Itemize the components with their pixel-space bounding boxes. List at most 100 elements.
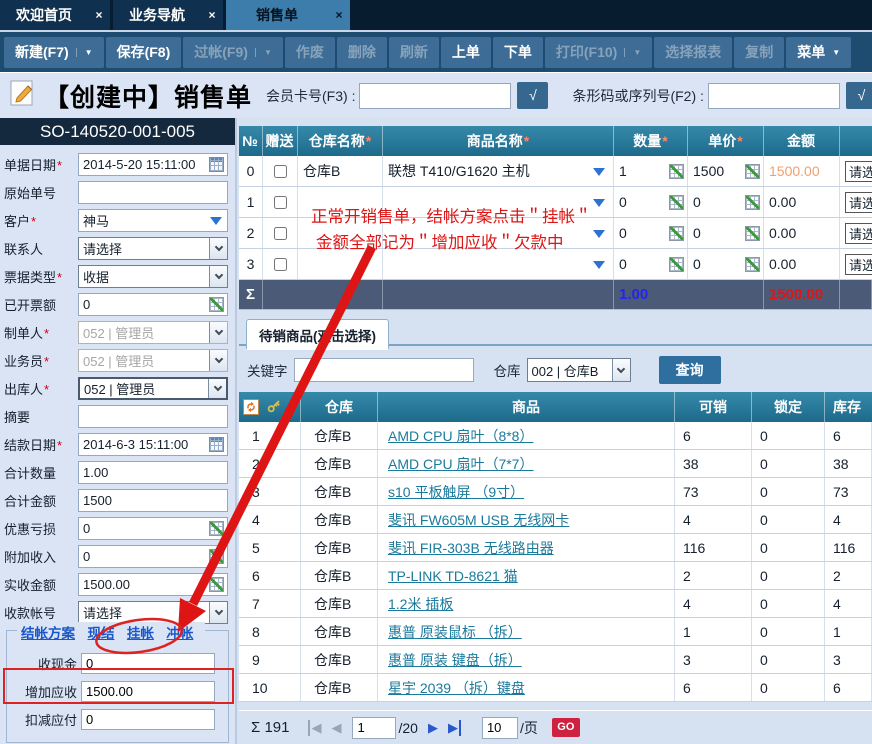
product-link[interactable]: 惠普 原装 键盘（拆） — [388, 650, 522, 670]
qty-cell[interactable]: 0 — [614, 218, 688, 248]
toolbar-button[interactable]: 保存(F8) — [106, 37, 182, 68]
product-link[interactable]: 1.2米 插板 — [388, 594, 453, 614]
last-page-icon[interactable]: ▶ — [448, 720, 461, 736]
field-control[interactable] — [78, 181, 228, 204]
calculator-icon[interactable] — [669, 257, 684, 272]
warehouse-select[interactable]: 002 | 仓库B — [527, 358, 631, 382]
toolbar-button[interactable]: 上单 — [441, 37, 491, 68]
table-row[interactable]: 2 仓库B AMD CPU 扇叶（7*7） 38 0 38 — [239, 450, 872, 478]
dropdown-arrow-icon[interactable]: ▼ — [76, 48, 93, 57]
field-input[interactable] — [79, 493, 227, 508]
field-picker-icon[interactable] — [209, 297, 224, 312]
toolbar-button[interactable]: 下单 — [493, 37, 543, 68]
toolbar-button[interactable]: 选择报表 — [654, 37, 732, 68]
product-dropdown-icon[interactable] — [593, 261, 605, 275]
toolbar-button[interactable]: 打印(F10) ▼ — [545, 37, 652, 68]
field-control[interactable]: 收据 — [78, 265, 228, 288]
price-cell[interactable]: 1500 — [688, 156, 764, 186]
close-icon[interactable]: × — [201, 8, 223, 22]
go-button[interactable]: GO — [552, 718, 580, 737]
field-picker-icon[interactable] — [209, 521, 224, 536]
settlement-link[interactable]: 冲帐 — [166, 626, 193, 641]
keyword-input[interactable] — [294, 358, 474, 382]
field-control[interactable]: 请选择 — [78, 237, 228, 260]
price-cell[interactable]: 0 — [688, 249, 764, 279]
price-cell[interactable]: 0 — [688, 187, 764, 217]
next-page-icon[interactable]: ▶ — [428, 720, 438, 736]
table-row[interactable]: 4 仓库B 斐讯 FW605M USB 无线网卡 4 0 4 — [239, 506, 872, 534]
dropdown-arrow-icon[interactable] — [210, 217, 222, 231]
member-card-confirm-button[interactable]: √ — [517, 82, 548, 109]
toolbar-button[interactable]: 复制 — [734, 37, 784, 68]
product-dropdown-icon[interactable] — [593, 199, 605, 213]
gift-checkbox[interactable] — [274, 165, 287, 178]
field-picker-icon[interactable] — [209, 157, 224, 172]
field-control[interactable]: 1.00 — [78, 461, 228, 484]
member-card-input[interactable] — [359, 83, 511, 109]
table-row[interactable]: 8 仓库B 惠普 原装鼠标 （拆） 1 0 1 — [239, 618, 872, 646]
field-input[interactable] — [81, 709, 215, 730]
calculator-icon[interactable] — [745, 164, 760, 179]
gift-checkbox[interactable] — [274, 227, 287, 240]
chevron-down-icon[interactable] — [209, 602, 227, 623]
toolbar-button[interactable]: 作废 — [285, 37, 335, 68]
table-row[interactable]: 6 仓库B TP-LINK TD-8621 猫 2 0 2 — [239, 562, 872, 590]
calculator-icon[interactable] — [669, 226, 684, 241]
page-size-input[interactable] — [482, 717, 518, 739]
chevron-down-icon[interactable] — [209, 350, 227, 371]
qty-cell[interactable]: 0 — [614, 187, 688, 217]
field-picker-icon[interactable] — [209, 437, 224, 452]
app-tab[interactable]: 销售单 × — [226, 0, 353, 30]
settlement-link[interactable]: 挂帐 — [127, 626, 154, 641]
scheme-select[interactable]: 请选择 — [845, 161, 872, 182]
dropdown-arrow-icon[interactable]: ▼ — [255, 48, 272, 57]
field-input[interactable] — [79, 297, 209, 312]
calculator-icon[interactable] — [669, 164, 684, 179]
chevron-down-icon[interactable] — [209, 238, 227, 259]
product-link[interactable]: AMD CPU 扇叶（7*7） — [388, 454, 533, 474]
field-control[interactable]: 052 | 管理员 — [78, 321, 228, 344]
field-picker-icon[interactable] — [209, 577, 224, 592]
field-control[interactable]: 0 — [78, 517, 228, 540]
qty-cell[interactable]: 1 — [614, 156, 688, 186]
close-icon[interactable]: × — [328, 8, 350, 22]
page-input[interactable] — [352, 717, 396, 739]
field-control[interactable]: 2014-5-20 15:11:00 — [78, 153, 228, 176]
toolbar-button[interactable]: 刷新 — [389, 37, 439, 68]
table-row[interactable]: 10 仓库B 星宇 2039 （拆）键盘 6 0 6 — [239, 674, 872, 702]
field-input[interactable] — [79, 437, 209, 452]
field-control[interactable]: 1500.00 — [78, 573, 228, 596]
scheme-select[interactable]: 请选择 — [845, 223, 872, 244]
field-control[interactable]: 052 | 管理员 — [78, 377, 228, 400]
prev-page-icon[interactable]: ◀ — [331, 720, 341, 736]
tab-pending-products[interactable]: 待销商品(双击选择) — [246, 319, 389, 350]
field-input[interactable] — [79, 185, 227, 200]
toolbar-button[interactable]: 菜单 ▼ — [786, 37, 851, 68]
field-input[interactable] — [81, 681, 215, 702]
toolbar-button[interactable]: 删除 — [337, 37, 387, 68]
field-input[interactable] — [79, 521, 209, 536]
close-icon[interactable]: × — [88, 8, 110, 22]
first-page-icon[interactable]: ◀ — [308, 720, 321, 736]
field-input[interactable] — [79, 465, 227, 480]
product-dropdown-icon[interactable] — [593, 230, 605, 244]
product-dropdown-icon[interactable] — [593, 168, 605, 182]
product-link[interactable]: TP-LINK TD-8621 猫 — [388, 566, 518, 586]
app-tab[interactable]: 业务导航 × — [113, 0, 226, 30]
field-control[interactable] — [78, 405, 228, 428]
field-input[interactable] — [79, 157, 209, 172]
product-cell[interactable]: 联想 T410/G1620 主机 — [383, 156, 614, 186]
dropdown-arrow-icon[interactable]: ▼ — [832, 48, 840, 57]
chevron-down-icon[interactable] — [209, 266, 227, 287]
product-link[interactable]: 斐讯 FW605M USB 无线网卡 — [388, 510, 569, 530]
gift-checkbox[interactable] — [274, 196, 287, 209]
field-control[interactable]: 请选择 — [78, 601, 228, 624]
product-link[interactable]: AMD CPU 扇叶（8*8） — [388, 426, 533, 446]
calculator-icon[interactable] — [745, 195, 760, 210]
app-tab[interactable]: 欢迎首页 × — [0, 0, 113, 30]
field-control[interactable]: 2014-6-3 15:11:00 — [78, 433, 228, 456]
refresh-icon[interactable] — [243, 399, 259, 415]
warehouse-cell[interactable]: 仓库B — [298, 156, 383, 186]
query-button[interactable]: 查询 — [659, 356, 721, 384]
calculator-icon[interactable] — [745, 226, 760, 241]
